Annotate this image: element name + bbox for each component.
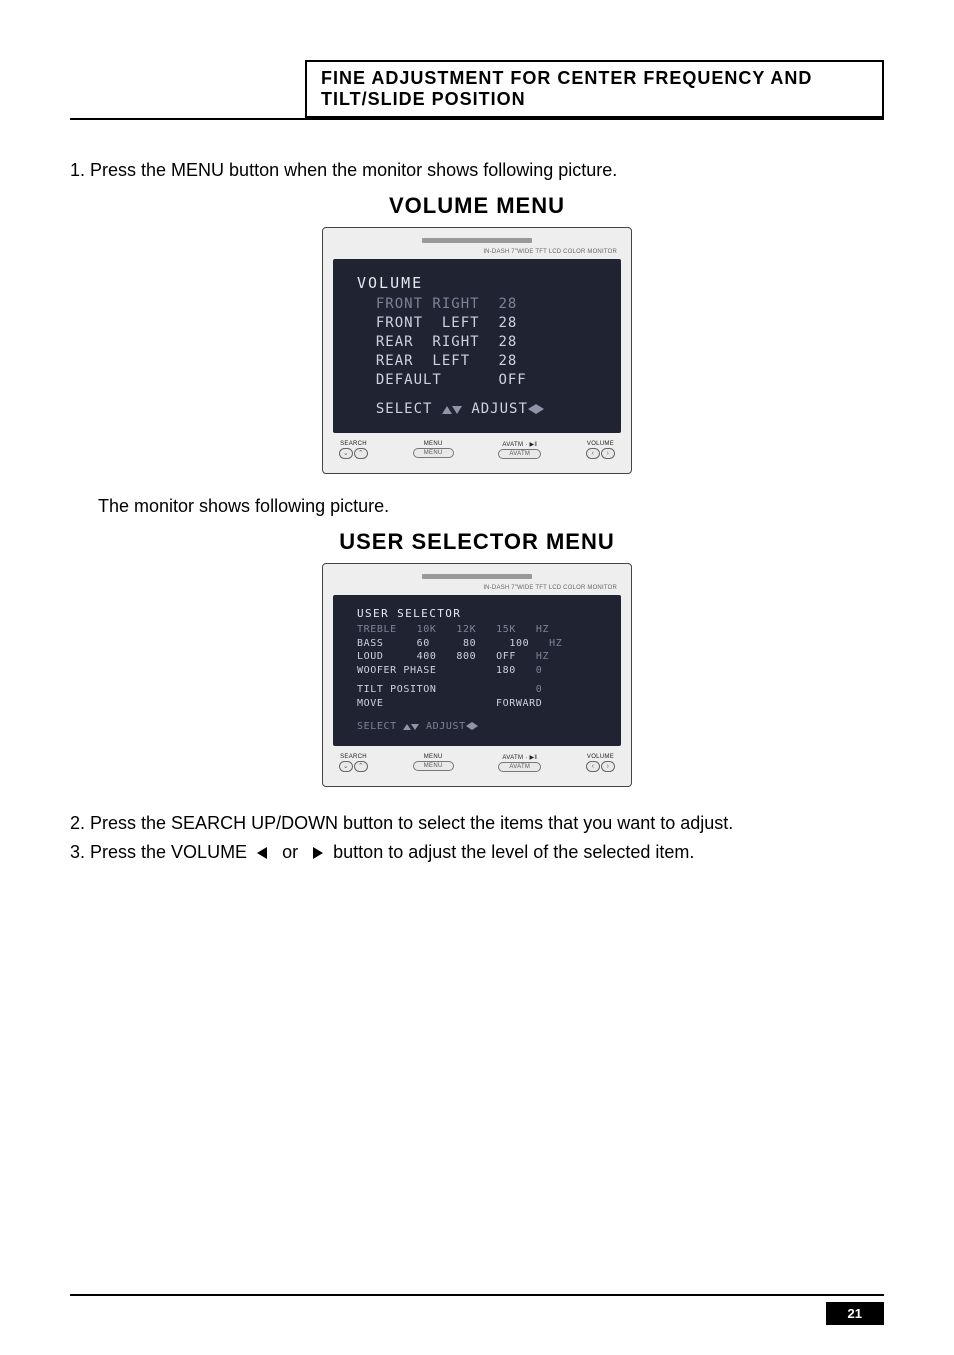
device-inner: IN-DASH 7"WIDE TFT LCD COLOR MONITOR USE… [329, 570, 625, 780]
screen-title: USER SELECTOR [357, 607, 603, 622]
arrow-right-icon [536, 404, 544, 414]
hint-row: SELECT ADJUST [357, 400, 603, 419]
row-bass: BASS 60 80 100 HZ [357, 637, 603, 651]
page-title: FINE ADJUSTMENT FOR CENTER FREQUENCY AND… [321, 68, 812, 109]
arrow-right-icon [472, 722, 478, 730]
row-loud: LOUD 400 800 OFF HZ [357, 650, 603, 664]
screen-volume: VOLUME FRONT RIGHT 28 FRONT LEFT 28 REAR… [333, 259, 621, 433]
avatm-label: AVATM · ▶‖ [502, 754, 537, 761]
row-tilt-positon: TILT POSITON 0 [357, 683, 603, 697]
search-controls: SEARCH ⌄ ⌃ [339, 441, 368, 459]
row-front-right: FRONT RIGHT 28 [357, 295, 603, 314]
step-3: 3. Press the VOLUME or button to adjust … [70, 842, 884, 863]
body-content: 1. Press the MENU button when the monito… [70, 120, 884, 863]
row-rear-left: REAR LEFT 28 [357, 352, 603, 371]
volume-controls: VOLUME ‹ › [586, 754, 615, 772]
step-2: 2. Press the SEARCH UP/DOWN button to se… [70, 813, 884, 834]
device-model-label: IN-DASH 7"WIDE TFT LCD COLOR MONITOR [333, 247, 621, 259]
menu-button[interactable]: MENU [413, 448, 454, 458]
search-down-button[interactable]: ⌄ [339, 448, 353, 459]
user-selector-heading: USER SELECTOR MENU [70, 529, 884, 555]
page-footer: 21 [70, 1294, 884, 1325]
menu-button[interactable]: MENU [413, 761, 454, 771]
search-label: SEARCH [340, 754, 367, 760]
device-controls: SEARCH ⌄ ⌃ MENU MENU AVATM · ▶‖ AVATM [333, 433, 621, 463]
menu-label: MENU [424, 441, 443, 447]
arrow-down-icon [411, 724, 419, 730]
search-up-button[interactable]: ⌃ [354, 448, 368, 459]
search-label: SEARCH [340, 441, 367, 447]
device-inner: IN-DASH 7"WIDE TFT LCD COLOR MONITOR VOL… [329, 234, 625, 467]
triangle-left-icon [257, 847, 267, 859]
volume-up-button[interactable]: › [601, 448, 615, 459]
row-front-left: FRONT LEFT 28 [357, 314, 603, 333]
screen-user-selector: USER SELECTOR TREBLE 10K 12K 15K HZ BASS… [333, 595, 621, 746]
row-treble: TREBLE 10K 12K 15K HZ [357, 623, 603, 637]
step-3-text-a: 3. Press the VOLUME [70, 842, 247, 862]
document-page: FINE ADJUSTMENT FOR CENTER FREQUENCY AND… [0, 0, 954, 1355]
step-3-text-c: button to adjust the level of the select… [333, 842, 694, 862]
avatm-button[interactable]: AVATM [498, 449, 541, 459]
step-1: 1. Press the MENU button when the monito… [70, 160, 884, 181]
volume-label: VOLUME [587, 754, 614, 760]
arrow-up-icon [442, 406, 452, 414]
menu-controls: MENU MENU [413, 441, 454, 458]
device-model-label: IN-DASH 7"WIDE TFT LCD COLOR MONITOR [333, 583, 621, 595]
device-volume-menu: IN-DASH 7"WIDE TFT LCD COLOR MONITOR VOL… [322, 227, 632, 474]
search-up-button[interactable]: ⌃ [354, 761, 368, 772]
volume-controls: VOLUME ‹ › [586, 441, 615, 459]
row-woofer-phase: WOOFER PHASE 180 0 [357, 664, 603, 678]
avatm-button[interactable]: AVATM [498, 762, 541, 772]
volume-up-button[interactable]: › [601, 761, 615, 772]
device-slot [422, 238, 532, 243]
triangle-right-icon [313, 847, 323, 859]
avatm-label: AVATM · ▶‖ [502, 441, 537, 448]
device-controls: SEARCH ⌄ ⌃ MENU MENU AVATM · ▶‖ AVATM [333, 746, 621, 776]
page-title-box: FINE ADJUSTMENT FOR CENTER FREQUENCY AND… [305, 60, 884, 118]
avatm-controls: AVATM · ▶‖ AVATM [498, 441, 541, 459]
volume-down-button[interactable]: ‹ [586, 761, 600, 772]
page-number: 21 [826, 1302, 884, 1325]
screen-title: VOLUME [357, 273, 603, 293]
row-move: MOVE FORWARD [357, 697, 603, 711]
search-controls: SEARCH ⌄ ⌃ [339, 754, 368, 772]
step-3-text-b: or [282, 842, 298, 862]
volume-menu-heading: VOLUME MENU [70, 193, 884, 219]
arrow-left-icon [528, 404, 536, 414]
menu-label: MENU [424, 754, 443, 760]
arrow-down-icon [452, 406, 462, 414]
row-default: DEFAULT OFF [357, 371, 603, 390]
row-rear-right: REAR RIGHT 28 [357, 333, 603, 352]
search-down-button[interactable]: ⌄ [339, 761, 353, 772]
volume-down-button[interactable]: ‹ [586, 448, 600, 459]
avatm-controls: AVATM · ▶‖ AVATM [498, 754, 541, 772]
intermediate-note: The monitor shows following picture. [98, 496, 884, 517]
menu-controls: MENU MENU [413, 754, 454, 771]
volume-label: VOLUME [587, 441, 614, 447]
footer-rule [70, 1294, 884, 1296]
arrow-up-icon [403, 724, 411, 730]
hint-row: SELECT ADJUST [357, 720, 603, 734]
device-user-selector: IN-DASH 7"WIDE TFT LCD COLOR MONITOR USE… [322, 563, 632, 787]
device-slot [422, 574, 532, 579]
